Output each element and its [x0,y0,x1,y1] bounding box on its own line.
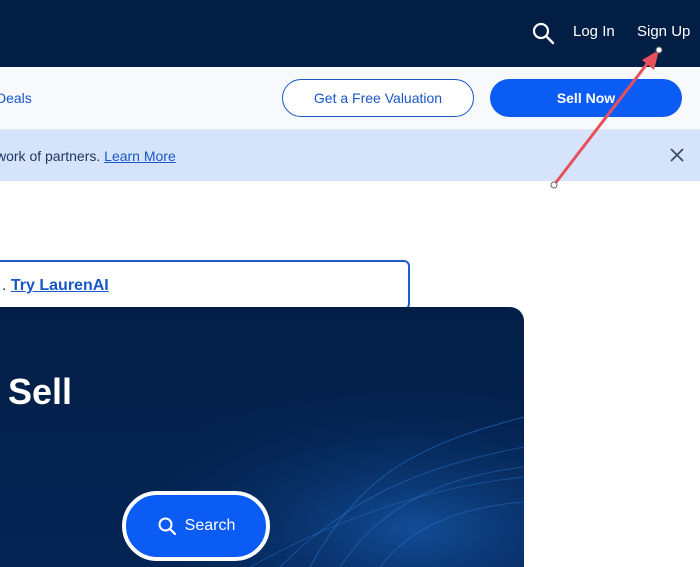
banner-text: work of partners. [0,148,101,164]
search-button-label: Search [184,517,236,534]
hero-title: Sell [8,371,73,412]
hero-card: Sell Search [0,307,524,567]
secondary-nav: Deals Get a Free Valuation Sell Now [0,67,700,130]
free-valuation-button[interactable]: Get a Free Valuation [282,79,474,117]
search-icon[interactable] [531,21,555,45]
search-icon [158,517,176,536]
try-laurenai-link[interactable]: Try LaurenAI [11,277,109,294]
close-icon[interactable] [670,148,684,162]
info-banner: work of partners. Learn More [0,130,700,181]
sell-now-button[interactable]: Sell Now [490,79,682,117]
ai-search-box[interactable]: . Try LaurenAI [0,260,410,310]
learn-more-link[interactable]: Learn More [104,148,176,164]
ai-search-prompt: . Try LaurenAI [2,277,109,295]
deals-link[interactable]: Deals [0,90,32,106]
hero-search-button[interactable]: Search [122,491,270,561]
top-header: Log In Sign Up [0,0,700,67]
ai-prefix: . [2,277,7,294]
banner-message: work of partners. Learn More [0,148,176,164]
login-link[interactable]: Log In [573,23,615,40]
signup-link[interactable]: Sign Up [637,23,690,40]
